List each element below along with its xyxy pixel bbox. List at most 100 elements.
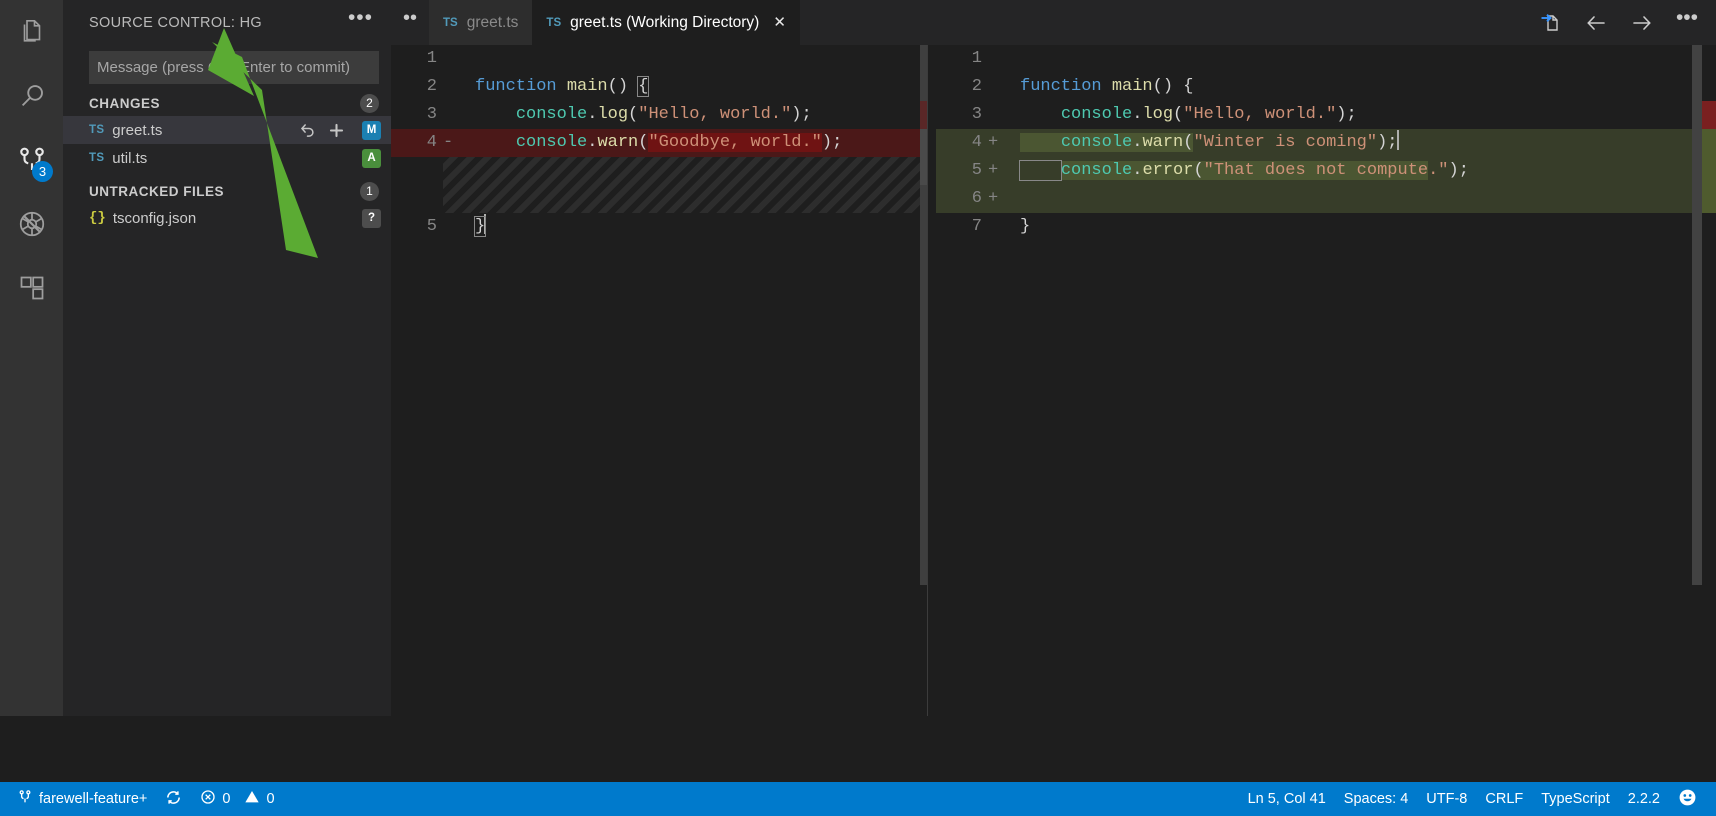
scm-row-actions: M bbox=[298, 120, 381, 140]
diff-sash[interactable] bbox=[920, 45, 936, 716]
source-control-badge: 3 bbox=[32, 161, 53, 182]
tabs-overflow-icon[interactable]: •• bbox=[391, 0, 429, 45]
extensions-icon bbox=[18, 274, 46, 302]
code-token: ); bbox=[1448, 161, 1469, 180]
switch-to-file-icon[interactable] bbox=[1538, 11, 1562, 35]
line-number: 4 bbox=[971, 133, 982, 152]
scm-group-header-changes[interactable]: CHANGES 2 bbox=[63, 90, 391, 116]
activity-item-run-and-debug[interactable] bbox=[0, 192, 63, 256]
diff-pane-original[interactable]: 1 2 function main() { 3 console.log("Hel… bbox=[391, 45, 920, 716]
ruler-mark-filler bbox=[920, 129, 927, 185]
status-bar-branch[interactable]: farewell-feature+ bbox=[8, 782, 156, 816]
ts-file-icon: TS bbox=[89, 152, 105, 164]
stage-changes-icon[interactable] bbox=[327, 121, 346, 140]
code-token: . bbox=[587, 105, 598, 124]
status-badge: M bbox=[362, 120, 381, 140]
line-number: 2 bbox=[971, 77, 982, 96]
status-bar-language-mode[interactable]: TypeScript bbox=[1532, 782, 1619, 816]
activity-item-source-control[interactable]: 3 bbox=[0, 128, 63, 192]
text-cursor bbox=[1396, 130, 1399, 150]
code-line: 1 bbox=[391, 45, 920, 73]
line-number: 4 bbox=[426, 133, 437, 152]
code-token-changed: "Goodbye, world." bbox=[648, 133, 822, 152]
editor-scrollbar-thumb[interactable] bbox=[1692, 45, 1702, 585]
scm-file-name: util.ts bbox=[112, 149, 148, 167]
overview-ruler bbox=[1702, 45, 1716, 716]
scm-row-greet-ts[interactable]: TS greet.ts M bbox=[63, 116, 391, 144]
status-bar-error-count: 0 bbox=[222, 791, 231, 807]
commit-message-input[interactable] bbox=[89, 51, 379, 84]
tab-label: greet.ts bbox=[466, 13, 519, 31]
code-token: ( bbox=[638, 133, 649, 152]
close-icon[interactable]: ✕ bbox=[773, 15, 786, 30]
status-bar-feedback[interactable] bbox=[1669, 782, 1706, 816]
code-token bbox=[1020, 133, 1061, 152]
code-token: "Hello, world." bbox=[1183, 105, 1337, 124]
code-token-changed: "Winter is coming" bbox=[1193, 133, 1378, 152]
code-token: error bbox=[1142, 161, 1194, 180]
line-number: 1 bbox=[971, 49, 982, 68]
status-bar-sync[interactable] bbox=[156, 782, 191, 816]
activity-bar: 3 bbox=[0, 0, 63, 716]
line-number: 3 bbox=[971, 105, 982, 124]
code-token-changed: "That does not compute bbox=[1203, 161, 1429, 180]
scm-row-tsconfig-json[interactable]: {} tsconfig.json ? bbox=[63, 204, 391, 232]
activity-item-explorer[interactable] bbox=[0, 0, 63, 64]
code-line-added: 6 + bbox=[936, 185, 1716, 213]
scm-group-header-untracked[interactable]: UNTRACKED FILES 1 bbox=[63, 178, 391, 204]
code-text: function main() { bbox=[475, 73, 650, 101]
more-actions-icon[interactable]: ••• bbox=[1676, 7, 1698, 31]
activity-item-search[interactable] bbox=[0, 64, 63, 128]
line-number: 7 bbox=[971, 217, 982, 236]
status-bar-typescript-version[interactable]: 2.2.2 bbox=[1619, 782, 1669, 816]
scm-file-name: tsconfig.json bbox=[112, 209, 197, 227]
status-bar-left: farewell-feature+ 0 0 bbox=[0, 782, 284, 816]
code-token: warn bbox=[597, 133, 639, 152]
status-bar-encoding[interactable]: UTF-8 bbox=[1417, 782, 1476, 816]
source-control-sidebar: SOURCE CONTROL: HG ••• CHANGES 2 TS gree… bbox=[63, 0, 391, 716]
code-token: function bbox=[475, 77, 567, 96]
line-number: 5 bbox=[971, 161, 982, 180]
status-bar-branch-label: farewell-feature+ bbox=[39, 791, 148, 807]
diff-sign-added: + bbox=[988, 189, 999, 208]
files-icon bbox=[17, 17, 47, 47]
code-token: main bbox=[1111, 77, 1153, 96]
status-bar-cursor-position[interactable]: Ln 5, Col 41 bbox=[1239, 782, 1335, 816]
sidebar-more-actions-icon[interactable]: ••• bbox=[342, 7, 379, 33]
back-arrow-icon[interactable] bbox=[1584, 11, 1608, 35]
diff-sign-added: + bbox=[988, 161, 999, 180]
line-number: 2 bbox=[426, 77, 437, 96]
diff-editor: 1 2 function main() { 3 console.log("Hel… bbox=[391, 45, 1716, 716]
tab-greet-ts[interactable]: TS greet.ts bbox=[429, 0, 533, 45]
status-bar-indentation[interactable]: Spaces: 4 bbox=[1335, 782, 1418, 816]
status-bar-problems[interactable]: 0 0 bbox=[191, 782, 283, 816]
code-text: function main() { bbox=[1020, 73, 1193, 101]
code-token: . bbox=[1132, 133, 1143, 152]
discard-changes-icon[interactable] bbox=[298, 121, 317, 140]
code-token: } bbox=[1020, 217, 1031, 236]
code-token: ( bbox=[1173, 105, 1184, 124]
tab-label: greet.ts (Working Directory) bbox=[570, 13, 760, 31]
code-token bbox=[1019, 160, 1062, 181]
code-token: . bbox=[1132, 105, 1143, 124]
ts-file-icon: TS bbox=[546, 16, 562, 29]
status-bar-warning-count: 0 bbox=[266, 791, 275, 807]
forward-arrow-icon[interactable] bbox=[1630, 11, 1654, 35]
line-number: 3 bbox=[426, 105, 437, 124]
tab-greet-ts-working-directory[interactable]: TS greet.ts (Working Directory) ✕ bbox=[532, 0, 800, 45]
status-badge: A bbox=[362, 148, 381, 168]
code-text: } bbox=[473, 213, 487, 241]
code-line: 3 console.log("Hello, world."); bbox=[391, 101, 920, 129]
scm-row-util-ts[interactable]: TS util.ts A bbox=[63, 144, 391, 172]
code-text: console.warn("Winter is coming"); bbox=[1020, 129, 1399, 157]
tab-bar: •• TS greet.ts TS greet.ts (Working Dire… bbox=[391, 0, 1716, 45]
code-token: log bbox=[597, 105, 629, 124]
status-bar-line-endings[interactable]: CRLF bbox=[1476, 782, 1532, 816]
activity-item-extensions[interactable] bbox=[0, 256, 63, 320]
diff-pane-modified[interactable]: 1 2 function main() { 3 console.log("Hel… bbox=[936, 45, 1716, 716]
code-token: console bbox=[1060, 105, 1133, 124]
code-token: ); bbox=[821, 133, 843, 152]
scm-group-label: UNTRACKED FILES bbox=[89, 183, 224, 199]
